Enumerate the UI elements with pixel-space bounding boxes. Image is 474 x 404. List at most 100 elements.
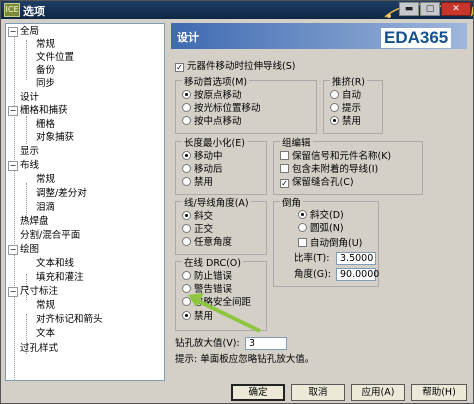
unchecked-icon[interactable] [280,164,289,173]
tree-item-drafting[interactable]: − 绘图 [8,243,39,256]
radio-selected-icon[interactable] [182,90,191,99]
group-edit-group: 组编辑 保留信号和元件名称(K) 包含未附着的导线(I) ✓ 保留缝合孔(C) [273,135,423,195]
tree-item-design[interactable]: 设计 [20,91,39,104]
apply-button[interactable]: 应用(A) [351,384,405,401]
chamfer-diagonal-radio[interactable]: 斜交(D) [298,210,344,222]
title-bar[interactable]: ICE 选项 ▬ ▢ ✕ [1,1,473,19]
radio-selected-icon[interactable] [182,151,191,160]
angle-diagonal-radio[interactable]: 斜交 [182,211,213,223]
collapse-icon[interactable]: − [8,105,18,116]
group-edit-title: 组编辑 [280,135,313,149]
tree-item-display[interactable]: 显示 [20,145,39,158]
annotation-arrow [188,293,261,333]
tree-item-global[interactable]: − 全局 [8,25,39,38]
tree-item-general[interactable]: 常规 [36,38,55,51]
tree-item-align-arrows[interactable]: 对齐标记和箭头 [36,313,103,326]
move-by-cursor-radio[interactable]: 按光标位置移动 [182,103,261,115]
drill-oversize-label: 钻孔放大值(V): [175,338,240,349]
tree-item-routing[interactable]: − 布线 [8,159,39,172]
collapse-icon[interactable]: − [8,244,18,255]
tree-item-via-patterns[interactable]: 过孔样式 [20,342,58,355]
tree-item-backup[interactable]: 备份 [36,64,55,77]
radio-icon[interactable] [182,224,191,233]
tree-item-sync[interactable]: 同步 [36,77,55,90]
radio-icon[interactable] [182,103,191,112]
radio-icon[interactable] [182,237,191,246]
unchecked-icon[interactable] [298,238,307,247]
move-pref-title: 移动首选项(M) [182,74,250,88]
tree-item-dim-text[interactable]: 文本 [36,327,55,340]
panel-header: 设计 EDA365 [171,23,467,49]
checked-icon[interactable]: ✓ [175,63,184,72]
line-angle-group: 线/导线角度(A) 斜交 正交 任意角度 [175,195,267,255]
auto-chamfer-checkbox[interactable]: 自动倒角(U) [298,238,362,250]
stretch-traces-checkbox[interactable]: ✓ 元器件移动时拉伸导线(S) [175,61,295,73]
tree-item-fill-pour[interactable]: 填充和灌注 [36,271,84,284]
close-button[interactable]: ✕ [441,2,471,16]
help-button[interactable]: 帮助(H) [411,384,467,401]
drill-oversize-input[interactable]: 3 [245,337,287,350]
push-auto-radio[interactable]: 自动 [330,90,361,102]
collapse-icon[interactable]: − [8,286,18,297]
chamfer-title: 倒角 [280,195,304,209]
unchecked-icon[interactable] [280,151,289,160]
tree-item-grid[interactable]: 栅格 [36,118,55,131]
ratio-label: 比率(T): [294,253,330,264]
collapse-icon[interactable]: − [8,160,18,171]
length-after-move-radio[interactable]: 移动后 [182,164,223,176]
maximize-button[interactable]: ▢ [420,2,440,16]
category-tree[interactable]: − 全局 常规 文件位置 备份 同步 设计 − 栅格和捕获 栅格 对象捕获 显示 −… [5,23,165,381]
radio-icon[interactable] [182,271,191,280]
length-min-group: 长度最小化(E) 移动中 移动后 禁用 [175,135,267,195]
collapse-icon[interactable]: − [8,26,18,37]
tree-item-file-locations[interactable]: 文件位置 [36,51,74,64]
chamfer-arc-radio[interactable]: 圆弧(N) [298,223,344,235]
tree-item-grid-snap[interactable]: − 栅格和捕获 [8,104,68,117]
tree-item-tuning-diffpair[interactable]: 调整/差分对 [36,187,87,200]
radio-icon[interactable] [330,103,339,112]
tree-item-dimensioning[interactable]: − 尺寸标注 [8,285,58,298]
push-prompt-radio[interactable]: 提示 [330,103,361,115]
ratio-input[interactable]: 3.5000 [336,252,376,265]
hint-text: 提示: 单面板应忽略钻孔放大值。 [175,354,315,365]
ok-button[interactable]: 确定 [231,384,285,401]
tree-item-dim-general[interactable]: 常规 [36,299,55,312]
drc-prevent-radio[interactable]: 防止错误 [182,271,232,283]
keep-stitching-vias-checkbox[interactable]: ✓ 保留缝合孔(C) [280,177,354,189]
include-unattached-checkbox[interactable]: 包含未附着的导线(I) [280,164,378,176]
push-disable-radio[interactable]: 禁用 [330,116,361,128]
radio-icon[interactable] [182,177,191,186]
keep-signal-names-checkbox[interactable]: 保留信号和元件名称(K) [280,151,391,163]
angle-any-radio[interactable]: 任意角度 [182,237,232,249]
tree-item-split-mixed-plane[interactable]: 分割/混合平面 [20,229,80,242]
checked-icon[interactable]: ✓ [280,179,289,188]
radio-selected-icon[interactable] [298,210,307,219]
online-drc-title: 在线 DRC(O) [182,255,243,269]
line-angle-title: 线/导线角度(A) [182,195,251,209]
radio-icon[interactable] [298,223,307,232]
chamfer-group: 倒角 斜交(D) 圆弧(N) 自动倒角(U) 比率(T): 3.5000 角度(… [273,195,379,287]
tree-item-object-snap[interactable]: 对象捕获 [36,131,74,144]
move-by-midpoint-radio[interactable]: 按中点移动 [182,116,242,128]
length-min-title: 长度最小化(E) [182,135,247,149]
angle-label: 角度(G): [294,269,331,280]
push-group: 推挤(R) 自动 提示 禁用 [323,74,383,134]
minimize-button[interactable]: ▬ [399,2,419,16]
length-during-move-radio[interactable]: 移动中 [182,151,223,163]
tree-item-teardrops[interactable]: 泪滴 [36,201,55,214]
angle-input[interactable]: 90.0000 [336,268,379,281]
length-disable-radio[interactable]: 禁用 [182,177,213,189]
radio-selected-icon[interactable] [182,211,191,220]
tree-item-routing-general[interactable]: 常规 [36,173,55,186]
radio-icon[interactable] [182,116,191,125]
angle-orthogonal-radio[interactable]: 正交 [182,224,213,236]
tree-item-thermals[interactable]: 热焊盘 [20,215,49,228]
radio-selected-icon[interactable] [330,116,339,125]
eda365-logo: EDA365 [381,28,452,48]
move-by-origin-radio[interactable]: 按原点移动 [182,90,242,102]
tree-item-text-lines[interactable]: 文本和线 [36,257,74,270]
radio-icon[interactable] [182,164,191,173]
radio-icon[interactable] [330,90,339,99]
cancel-button[interactable]: 取消 [291,384,345,401]
panel-title: 设计 [177,31,199,44]
